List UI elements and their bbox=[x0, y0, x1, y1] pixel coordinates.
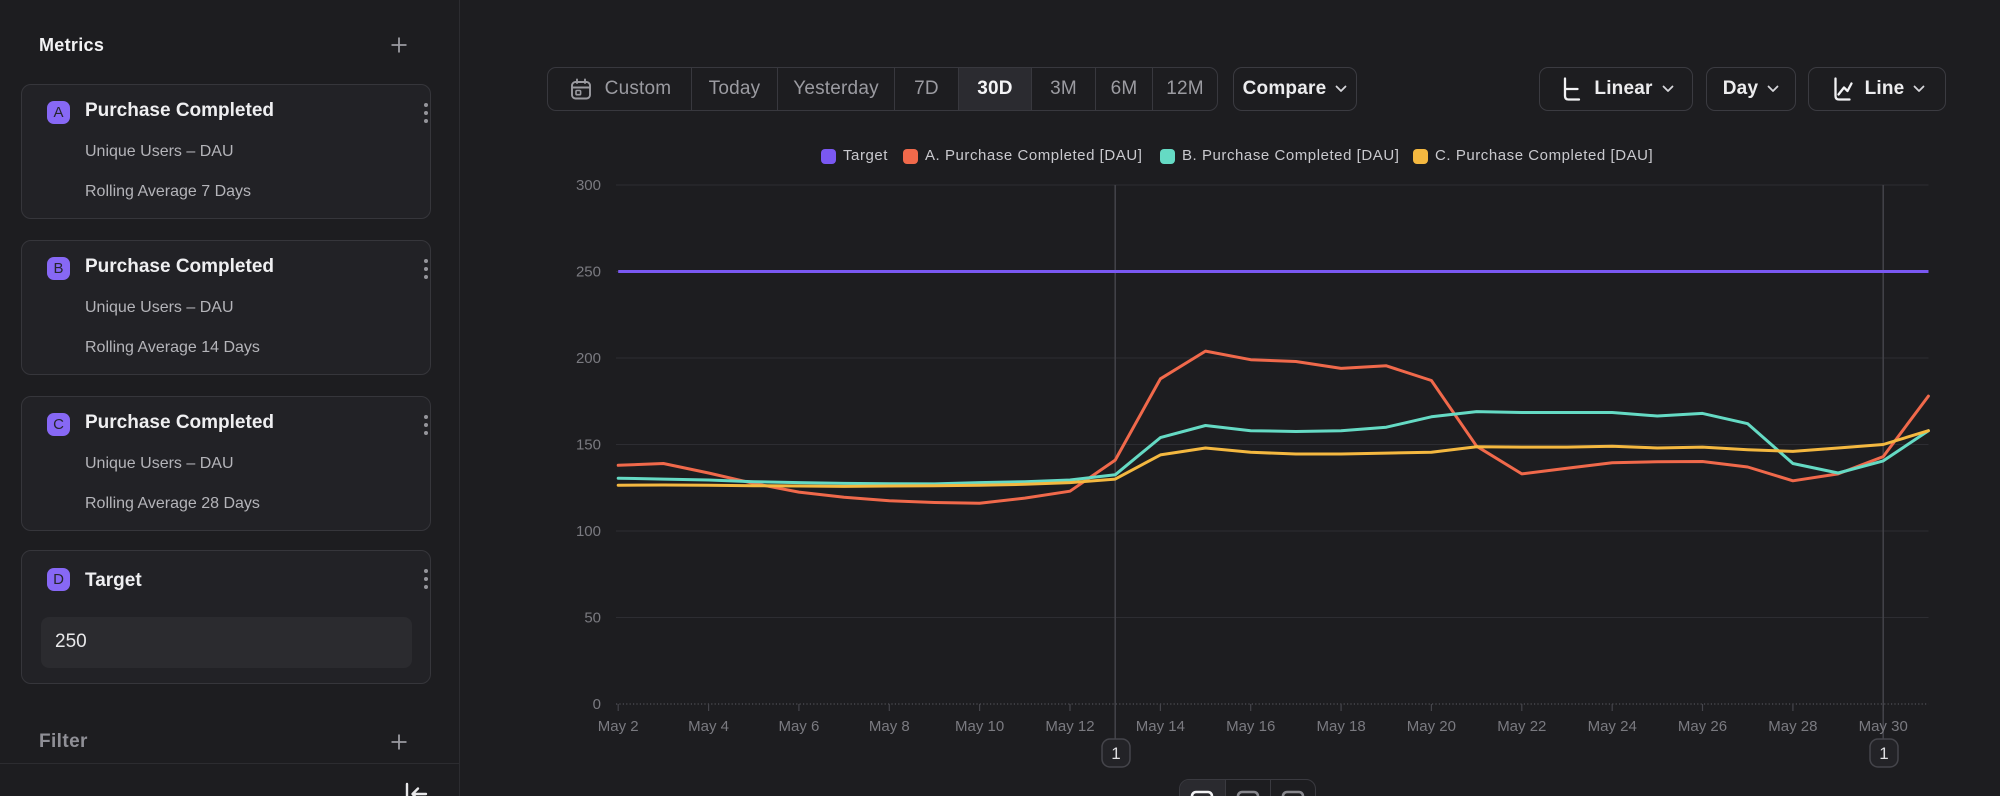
svg-text:May 28: May 28 bbox=[1768, 718, 1817, 735]
svg-text:150: 150 bbox=[576, 437, 601, 454]
svg-text:0: 0 bbox=[593, 696, 601, 713]
svg-text:100: 100 bbox=[576, 523, 601, 540]
svg-text:May 30: May 30 bbox=[1859, 718, 1908, 735]
svg-text:May 2: May 2 bbox=[598, 718, 639, 735]
svg-text:May 22: May 22 bbox=[1497, 718, 1546, 735]
svg-text:200: 200 bbox=[576, 350, 601, 367]
svg-text:May 18: May 18 bbox=[1316, 718, 1365, 735]
svg-text:250: 250 bbox=[576, 264, 601, 281]
svg-text:May 6: May 6 bbox=[778, 718, 819, 735]
svg-text:May 16: May 16 bbox=[1226, 718, 1275, 735]
svg-text:May 20: May 20 bbox=[1407, 718, 1456, 735]
svg-text:May 24: May 24 bbox=[1588, 718, 1637, 735]
svg-text:May 14: May 14 bbox=[1136, 718, 1185, 735]
svg-text:May 12: May 12 bbox=[1045, 718, 1094, 735]
svg-text:50: 50 bbox=[584, 610, 601, 627]
svg-text:May 10: May 10 bbox=[955, 718, 1004, 735]
svg-text:May 26: May 26 bbox=[1678, 718, 1727, 735]
svg-text:May 8: May 8 bbox=[869, 718, 910, 735]
svg-text:1: 1 bbox=[1111, 744, 1120, 763]
svg-text:May 4: May 4 bbox=[688, 718, 729, 735]
svg-text:300: 300 bbox=[576, 177, 601, 194]
svg-text:1: 1 bbox=[1879, 744, 1888, 763]
